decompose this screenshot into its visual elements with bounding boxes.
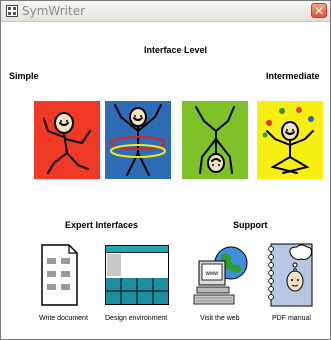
- title-bar: SymWriter ✕: [1, 1, 330, 22]
- close-button[interactable]: ✕: [311, 3, 327, 18]
- visit-the-web-label: Visit the web: [200, 315, 240, 322]
- design-environment-label: Design environment: [105, 315, 168, 322]
- svg-text:www: www: [205, 271, 220, 277]
- interface-level-heading: Interface Level: [144, 45, 208, 55]
- web-computer-icon[interactable]: www: [193, 245, 251, 305]
- intermediate-level-1-button[interactable]: [182, 101, 248, 179]
- pdf-manual-label: PDF manual: [272, 315, 311, 322]
- simple-heading: Simple: [9, 71, 39, 81]
- manual-icon[interactable]: [265, 243, 313, 307]
- dancing-figure-icon: [34, 101, 100, 179]
- window-title: SymWriter: [22, 4, 86, 18]
- app-window: SymWriter ✕ Interface Level Simple Inter…: [0, 0, 331, 340]
- intermediate-level-2-button[interactable]: [257, 101, 323, 179]
- expert-heading: Expert Interfaces: [65, 220, 139, 230]
- document-icon[interactable]: [41, 244, 78, 306]
- juggling-figure-icon: [257, 101, 323, 179]
- write-document-label: Write document: [39, 315, 88, 322]
- simple-level-2-button[interactable]: [105, 101, 171, 179]
- hula-hoop-figure-icon: [105, 101, 171, 179]
- grid-layout-icon[interactable]: [105, 245, 169, 305]
- simple-level-1-button[interactable]: [34, 101, 100, 179]
- intermediate-heading: Intermediate: [266, 71, 320, 81]
- symwriter-app-icon: [6, 5, 18, 17]
- support-heading: Support: [233, 220, 268, 230]
- handstand-figure-icon: [182, 101, 248, 179]
